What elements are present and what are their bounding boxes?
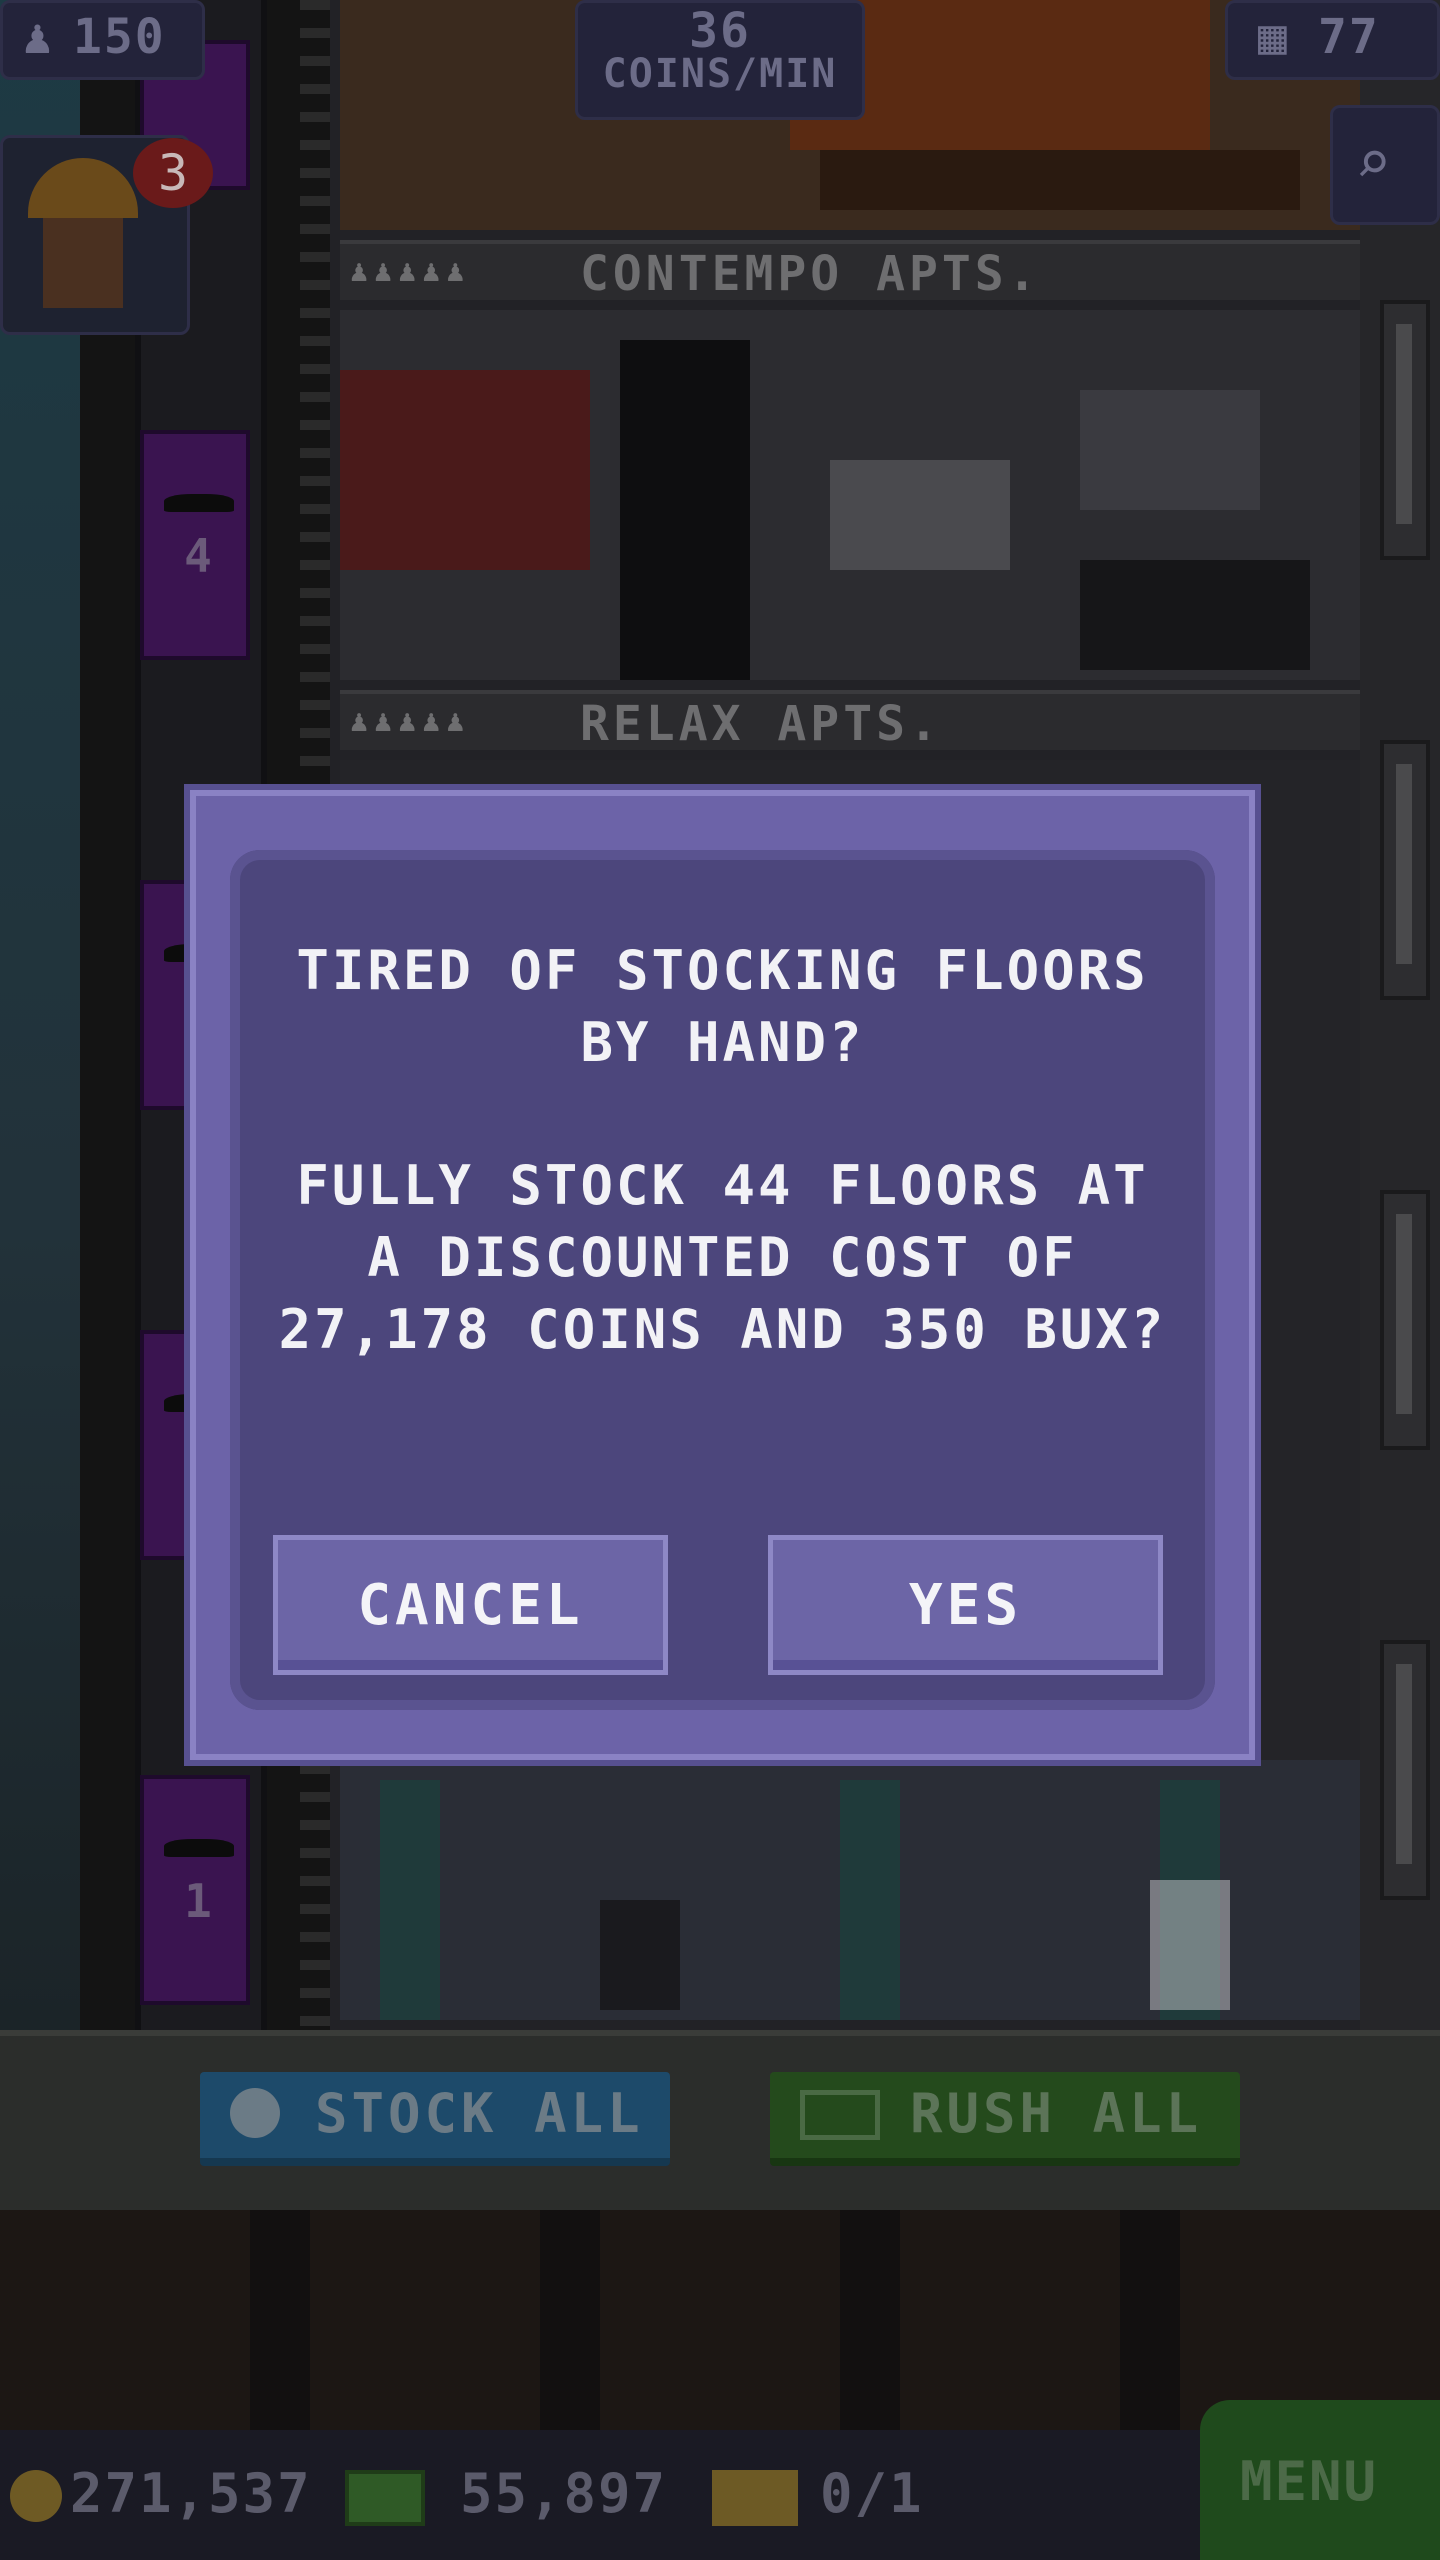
basement-pillar: [1120, 2210, 1180, 2430]
population-value: 150: [73, 9, 166, 65]
bitizen[interactable]: [600, 1900, 680, 2010]
clock-icon: [230, 2088, 280, 2138]
stock-all-button[interactable]: STOCK ALL: [200, 2072, 670, 2166]
notification-count: 3: [157, 144, 189, 202]
ticket-icon: [712, 2470, 798, 2526]
window: [1380, 740, 1430, 1000]
bux-icon: [345, 2470, 425, 2526]
occupancy-icons: ♟♟♟♟♟: [350, 254, 471, 289]
hard-hat-icon: [28, 158, 138, 218]
elevator-floor-number: 1: [184, 1874, 214, 1928]
tickets-value: 0/1: [820, 2462, 924, 2525]
floor-name: RELAX APTS.: [580, 696, 942, 752]
person-icon: ♟: [23, 9, 54, 65]
elevator-car[interactable]: 1: [140, 1775, 250, 2005]
elevator-car[interactable]: 4: [140, 430, 250, 660]
dialog-offer: FULLY STOCK 44 FLOORS AT A DISCOUNTED CO…: [278, 1154, 1167, 1361]
bed: [1080, 560, 1310, 670]
floor-sign: ♟♟♟♟♟ RELAX APTS.: [340, 690, 1360, 752]
building-icon: ▦: [1258, 9, 1289, 65]
floor-counter[interactable]: ▦ 77: [1225, 0, 1440, 80]
door: [620, 340, 750, 680]
dialog-question: TIRED OF STOCKING FLOORS BY HAND?: [296, 939, 1149, 1074]
rush-all-button[interactable]: RUSH ALL: [770, 2072, 1240, 2166]
bux-icon: [800, 2090, 880, 2140]
bat-decoration: [164, 494, 234, 512]
tv-screen: [830, 460, 1010, 570]
basement-pillar: [540, 2210, 600, 2430]
floor-name: CONTEMPO APTS.: [580, 246, 1041, 302]
cancel-button[interactable]: CANCEL: [273, 1535, 668, 1675]
bux-value: 55,897: [460, 2462, 668, 2525]
menu-label: MENU: [1240, 2450, 1379, 2513]
window: [1380, 1190, 1430, 1450]
yes-button[interactable]: YES: [768, 1535, 1163, 1675]
red-wall: [340, 370, 590, 570]
construction-worker-button[interactable]: 3: [0, 135, 213, 335]
bat-decoration: [164, 1839, 234, 1857]
coins-value: 271,537: [70, 2462, 312, 2525]
coin-icon: [10, 2470, 62, 2522]
floor-room[interactable]: [340, 310, 1360, 680]
lobby[interactable]: [340, 1760, 1360, 2020]
coins-rate-unit: COINS/MIN: [602, 51, 838, 97]
window: [1380, 1640, 1430, 1900]
counter: [820, 150, 1300, 210]
stock-all-label: STOCK ALL: [315, 2082, 644, 2145]
worker-avatar: [43, 218, 123, 308]
lobby-pillar: [840, 1780, 900, 2020]
bitizen[interactable]: [1150, 1880, 1230, 2010]
window: [1380, 300, 1430, 560]
floor-sign: ♟♟♟♟♟ CONTEMPO APTS.: [340, 240, 1360, 302]
lobby-pillar: [380, 1780, 440, 2020]
menu-button[interactable]: MENU: [1200, 2400, 1440, 2560]
search-icon: ⌕: [1355, 128, 1392, 198]
coins-per-minute: 36 COINS/MIN: [575, 0, 865, 120]
floor-count-value: 77: [1318, 9, 1380, 65]
basement: [0, 2210, 1440, 2430]
basement-pillar: [840, 2210, 900, 2430]
occupancy-icons: ♟♟♟♟♟: [350, 704, 471, 739]
search-button[interactable]: ⌕: [1330, 105, 1440, 225]
rush-all-label: RUSH ALL: [910, 2082, 1203, 2145]
population-counter[interactable]: ♟ 150: [0, 0, 205, 80]
elevator-floor-number: 4: [184, 529, 214, 583]
notification-badge: 3: [133, 138, 213, 208]
basement-pillar: [250, 2210, 310, 2430]
shelf: [1080, 390, 1260, 510]
